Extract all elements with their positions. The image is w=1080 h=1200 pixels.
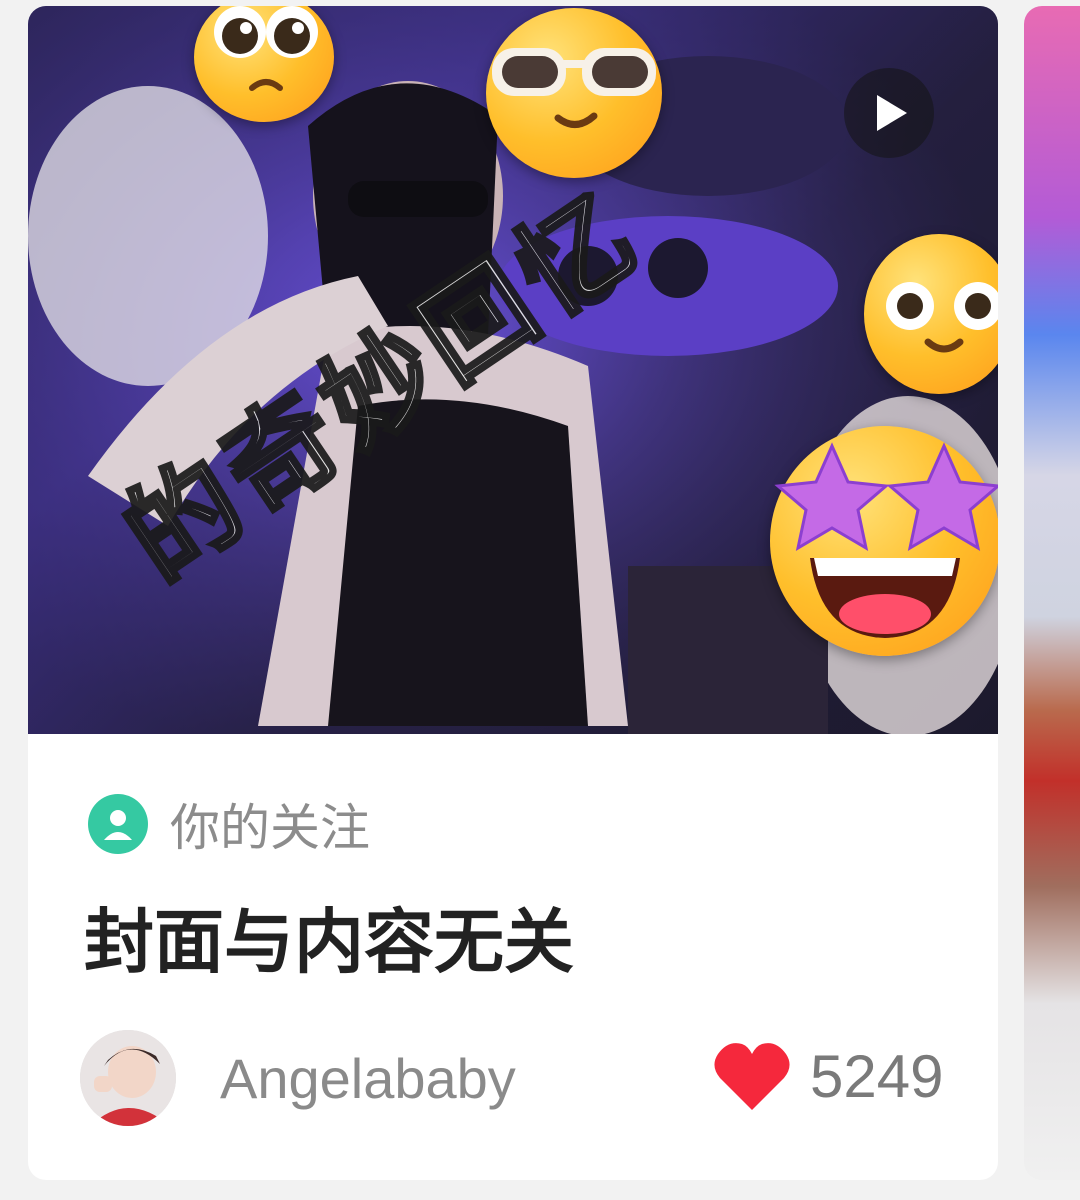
heart-icon[interactable] (712, 1040, 792, 1112)
play-icon (877, 95, 907, 131)
like-count: 5249 (810, 1042, 944, 1110)
next-post-card-preview[interactable] (1024, 6, 1080, 1180)
person-icon (88, 794, 148, 854)
like-button[interactable]: 5249 (712, 1040, 943, 1112)
feed-grid: 的奇妙回忆 你的关注 封面与内容无关 Angelababy 5249 (0, 0, 1080, 1200)
avatar[interactable] (80, 1030, 176, 1126)
sunglasses-face-icon (486, 8, 662, 178)
cover-image[interactable]: 的奇妙回忆 (28, 6, 998, 734)
star-struck-face-icon (770, 426, 998, 656)
play-button[interactable] (844, 68, 934, 158)
post-card[interactable]: 的奇妙回忆 你的关注 封面与内容无关 Angelababy 5249 (28, 6, 998, 1180)
author-name[interactable]: Angelababy (220, 1046, 516, 1111)
post-meta: 你的关注 封面与内容无关 Angelababy 5249 (28, 734, 998, 1180)
author-info[interactable]: Angelababy (80, 1030, 516, 1126)
pleading-face-icon (194, 6, 334, 122)
smiling-face-icon (864, 234, 998, 394)
follow-badge: 你的关注 (88, 788, 370, 860)
post-title[interactable]: 封面与内容无关 (84, 886, 574, 987)
follow-badge-label: 你的关注 (170, 799, 370, 857)
